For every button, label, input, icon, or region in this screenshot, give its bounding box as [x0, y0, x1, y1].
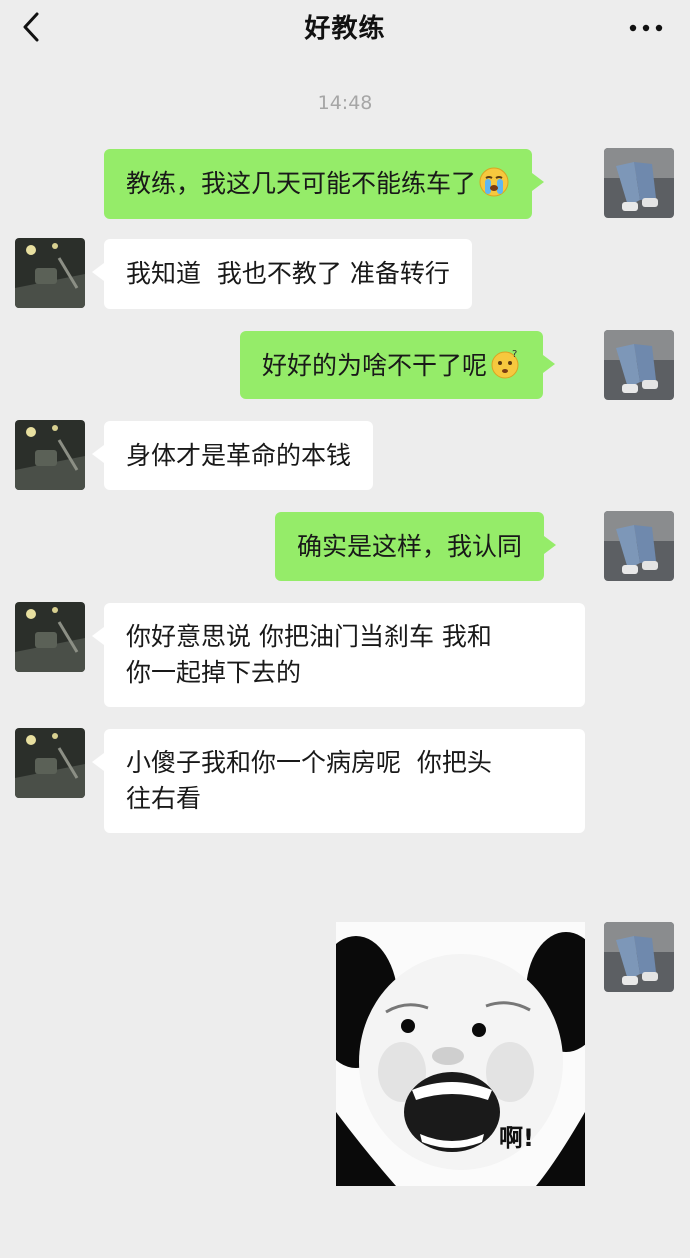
svg-text:?: ?: [512, 349, 517, 360]
message-text-line: 小傻子我和你一个病房呢 你把头: [126, 748, 492, 777]
message-text-line: 往右看: [126, 784, 202, 813]
message-bubble-incoming[interactable]: 你好意思说 你把油门当刹车 我和 你一起掉下去的: [92, 603, 585, 707]
message-bubble-incoming[interactable]: 小傻子我和你一个病房呢 你把头 往右看: [92, 729, 585, 833]
coach-avatar[interactable]: [15, 420, 85, 490]
message-timestamp: 14:48: [317, 92, 373, 114]
my-avatar[interactable]: [604, 922, 674, 992]
panda-meme-sticker[interactable]: 啊!: [336, 922, 585, 1186]
message-text-line: 你一起掉下去的: [126, 658, 302, 687]
my-avatar[interactable]: [604, 330, 674, 400]
chat-title: 好教练: [304, 14, 386, 44]
crying-face-icon: [478, 166, 510, 208]
message-bubble-incoming[interactable]: 身体才是革命的本钱: [91, 421, 374, 490]
message-text: 教练，我这几天可能不能练车了: [126, 169, 477, 198]
message-text: 好好的为啥不干了呢: [262, 351, 488, 380]
message-bubble-outgoing[interactable]: 教练，我这几天可能不能练车了: [104, 149, 545, 219]
coach-avatar[interactable]: [15, 602, 85, 672]
coach-avatar[interactable]: [15, 238, 85, 308]
coach-avatar[interactable]: [15, 728, 85, 798]
message-text: 我知道 我也不教了 准备转行: [126, 259, 450, 288]
message-text-line: 你好意思说 你把油门当刹车 我和: [126, 622, 492, 651]
my-avatar[interactable]: [604, 148, 674, 218]
message-text: 身体才是革命的本钱: [126, 441, 352, 470]
confused-face-icon: ?: [489, 348, 521, 390]
message-bubble-outgoing[interactable]: 好好的为啥不干了呢 ?: [240, 331, 556, 399]
message-text: 确实是这样，我认同: [297, 532, 523, 561]
panda-face-icon: [336, 922, 585, 1186]
message-bubble-incoming[interactable]: 我知道 我也不教了 准备转行: [92, 239, 472, 309]
message-bubble-outgoing[interactable]: 确实是这样，我认同: [275, 512, 557, 581]
my-avatar[interactable]: [604, 511, 674, 581]
sticker-caption: 啊!: [499, 1124, 534, 1152]
more-button[interactable]: [626, 14, 666, 42]
chat-header: 好教练: [0, 0, 690, 62]
more-dots-icon: [629, 24, 663, 32]
